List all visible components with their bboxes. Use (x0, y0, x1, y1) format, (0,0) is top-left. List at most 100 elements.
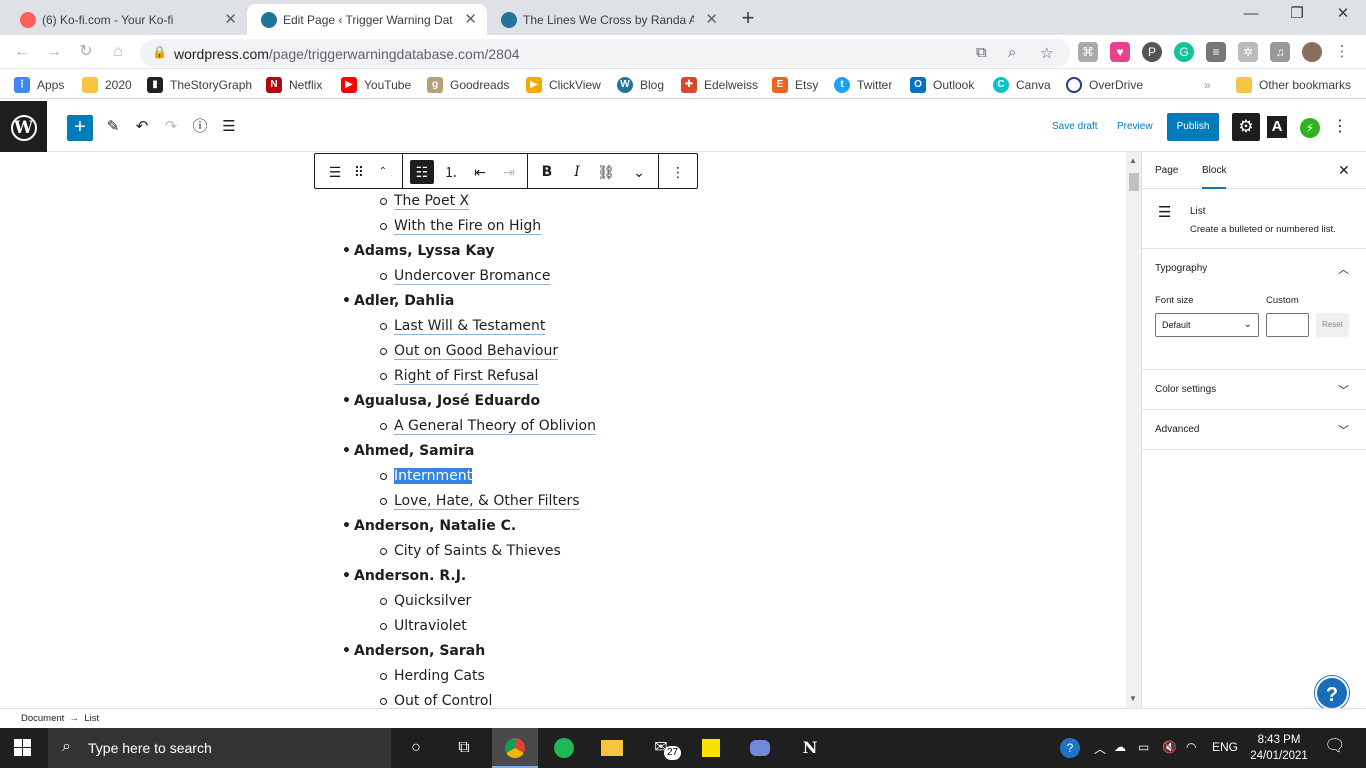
list-item-book[interactable]: Quicksilver (338, 589, 471, 613)
notion-icon[interactable]: N (787, 728, 833, 768)
bookmark-apps[interactable]: ⋮ Apps (14, 76, 64, 94)
color-settings-panel[interactable]: Color settings ﹀ (1142, 370, 1366, 410)
chevron-up-icon[interactable]: ︿ (1094, 740, 1106, 757)
puzzle-icon[interactable]: ✲ (1238, 42, 1258, 62)
list-item-text[interactable]: The Poet X (394, 193, 469, 209)
move-up-down-icon[interactable]: ⌃ (371, 160, 395, 184)
heart-extension-icon[interactable]: ♥ (1110, 42, 1130, 62)
taskbar-search-input[interactable]: ⌕ Type here to search (48, 728, 391, 768)
forward-button[interactable]: → (42, 40, 66, 64)
list-item-book[interactable]: The Poet X (338, 189, 469, 213)
bookmark-other[interactable]: Other bookmarks (1236, 76, 1351, 94)
list-item-author[interactable]: Anderson, Sarah (338, 639, 485, 663)
help-tray-icon[interactable]: ? (1060, 738, 1080, 758)
italic-icon[interactable]: I (565, 160, 589, 184)
bookmark-etsy[interactable]: E Etsy (772, 76, 818, 94)
mail-icon[interactable]: ✉ 27 (638, 728, 684, 768)
list-item-text[interactable]: Internment (394, 468, 473, 484)
list-item-book[interactable]: Undercover Bromance (338, 264, 550, 288)
bulleted-list-icon[interactable]: ☷ (410, 160, 434, 184)
bookmark-overdrive[interactable]: OverDrive (1066, 76, 1143, 94)
list-item-book[interactable]: With the Fire on High (338, 214, 541, 238)
list-item-author[interactable]: Anderson, Natalie C. (338, 514, 516, 538)
list-item-book[interactable]: City of Saints & Thieves (338, 539, 561, 563)
bookmark-netflix[interactable]: N Netflix (266, 76, 322, 94)
bookmark-outlook[interactable]: O Outlook (910, 76, 974, 94)
chrome-icon[interactable] (492, 728, 538, 768)
list-item-book[interactable]: Herding Cats (338, 664, 485, 688)
list-item-book[interactable]: A General Theory of Oblivion (338, 414, 596, 438)
redo-icon[interactable]: ↷ (160, 116, 182, 138)
avatar[interactable] (1302, 42, 1322, 62)
discord-icon[interactable] (737, 728, 783, 768)
address-bar[interactable]: 🔒 wordpress.com/page/triggerwarningdatab… (140, 39, 1070, 67)
scroll-up-icon[interactable]: ▲ (1129, 156, 1137, 165)
scrollbar-thumb[interactable] (1129, 173, 1139, 191)
list-item-text[interactable]: Right of First Refusal (394, 368, 538, 384)
scroll-down-icon[interactable]: ▼ (1129, 694, 1137, 703)
close-icon[interactable]: ✕ (224, 10, 237, 28)
edit-pencil-icon[interactable]: ✎ (102, 116, 124, 138)
list-item-book[interactable]: Internment (338, 464, 473, 488)
drag-handle-icon[interactable]: ⠿ (347, 160, 371, 184)
reset-button[interactable]: Reset (1316, 313, 1349, 337)
list-item-text[interactable]: Out on Good Behaviour (394, 343, 558, 359)
media-icon[interactable]: ♫ (1270, 42, 1290, 62)
typography-button[interactable]: A (1267, 116, 1287, 138)
close-icon[interactable]: ✕ (705, 10, 718, 28)
notifications-icon[interactable]: 🗨 (1324, 736, 1346, 756)
list-item-text[interactable]: A General Theory of Oblivion (394, 418, 596, 434)
bookmark-2020[interactable]: 2020 (82, 76, 132, 94)
list-item-author[interactable]: Ahmed, Samira (338, 439, 474, 463)
editor-scrollbar[interactable]: ▲ ▼ (1126, 152, 1141, 708)
font-size-select[interactable]: Default ⌄ (1155, 313, 1259, 337)
tab-edit-page[interactable]: Edit Page ‹ Trigger Warning Data ✕ (247, 4, 487, 35)
close-icon[interactable]: ✕ (464, 10, 477, 28)
block-more-options-icon[interactable]: ⋮ (666, 160, 690, 184)
close-icon[interactable]: ✕ (1338, 162, 1350, 179)
save-draft-button[interactable]: Save draft (1052, 121, 1098, 132)
battery-icon[interactable]: ▭ (1138, 740, 1149, 754)
bookmark-youtube[interactable]: ▶ YouTube (341, 76, 411, 94)
panel-title[interactable]: Color settings (1155, 384, 1216, 395)
list-item-author[interactable]: Anderson. R.J. (338, 564, 466, 588)
bookmark-twitter[interactable]: t Twitter (834, 76, 892, 94)
task-view-icon[interactable]: ⧉ (441, 728, 487, 768)
publish-button[interactable]: Publish (1167, 113, 1219, 141)
cortana-icon[interactable]: ○ (393, 728, 439, 768)
language-indicator[interactable]: ENG (1212, 740, 1238, 754)
tab-page[interactable]: Page (1155, 165, 1178, 176)
custom-font-size-input[interactable] (1266, 313, 1309, 337)
info-icon[interactable]: ⓘ (189, 116, 211, 138)
list-item-text[interactable]: Love, Hate, & Other Filters (394, 493, 580, 509)
advanced-panel[interactable]: Advanced ﹀ (1142, 410, 1366, 450)
reload-button[interactable]: ↻ (74, 40, 98, 64)
bookmark-canva[interactable]: C Canva (993, 76, 1051, 94)
list-item-text[interactable]: Undercover Bromance (394, 268, 550, 284)
list-item-text[interactable]: With the Fire on High (394, 218, 541, 234)
add-block-button[interactable]: + (67, 115, 93, 141)
file-explorer-icon[interactable] (589, 728, 635, 768)
settings-gear-icon[interactable]: ⚙ (1232, 113, 1260, 141)
list-view-icon[interactable]: ☰ (218, 116, 240, 138)
chevron-up-icon[interactable]: ︿ (1338, 261, 1349, 277)
star-icon[interactable]: ☆ (1040, 44, 1053, 62)
list-item-book[interactable]: Right of First Refusal (338, 364, 538, 388)
jetpack-icon[interactable]: ⚡ (1300, 118, 1320, 138)
list-item-book[interactable]: Out on Good Behaviour (338, 339, 558, 363)
window-close-button[interactable]: ✕ (1320, 0, 1366, 30)
bookmark-blog[interactable]: W Blog (617, 76, 664, 94)
zoom-icon[interactable]: ⌕ (1008, 44, 1016, 61)
tab-kofi[interactable]: (6) Ko-fi.com - Your Ko-fi ✕ (6, 4, 247, 35)
clock[interactable]: 8:43 PM 24/01/2021 (1244, 732, 1314, 764)
list-block-icon[interactable]: ☰ (323, 160, 347, 184)
list-item-author[interactable]: Adler, Dahlia (338, 289, 454, 313)
onedrive-icon[interactable]: ☁ (1114, 740, 1126, 754)
open-external-icon[interactable]: ⧉ (976, 44, 987, 61)
list-item-author[interactable]: Adams, Lyssa Kay (338, 239, 495, 263)
grammarly-icon[interactable]: G (1174, 42, 1194, 62)
list-item-author[interactable]: Agualusa, José Eduardo (338, 389, 540, 413)
bold-icon[interactable]: B (535, 160, 559, 184)
volume-icon[interactable]: 🔇 (1162, 740, 1177, 754)
restore-button[interactable]: ❐ (1274, 0, 1320, 30)
